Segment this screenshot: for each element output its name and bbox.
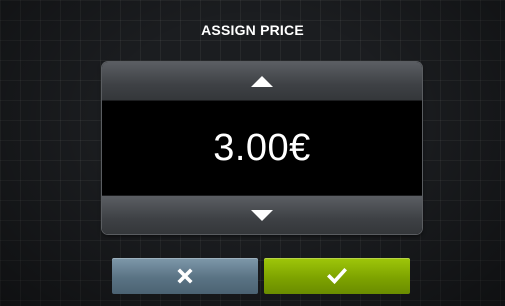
checkmark-icon bbox=[327, 268, 347, 284]
confirm-button[interactable] bbox=[264, 258, 410, 294]
dialog-title: ASSIGN PRICE bbox=[201, 22, 304, 38]
increase-price-button[interactable] bbox=[102, 62, 422, 101]
price-value: 3.00€ bbox=[213, 126, 311, 169]
x-icon bbox=[177, 268, 193, 284]
triangle-up-icon bbox=[251, 75, 273, 87]
triangle-down-icon bbox=[251, 209, 273, 221]
price-stepper: 3.00€ bbox=[102, 62, 422, 234]
decrease-price-button[interactable] bbox=[102, 195, 422, 234]
cancel-button[interactable] bbox=[112, 258, 258, 294]
